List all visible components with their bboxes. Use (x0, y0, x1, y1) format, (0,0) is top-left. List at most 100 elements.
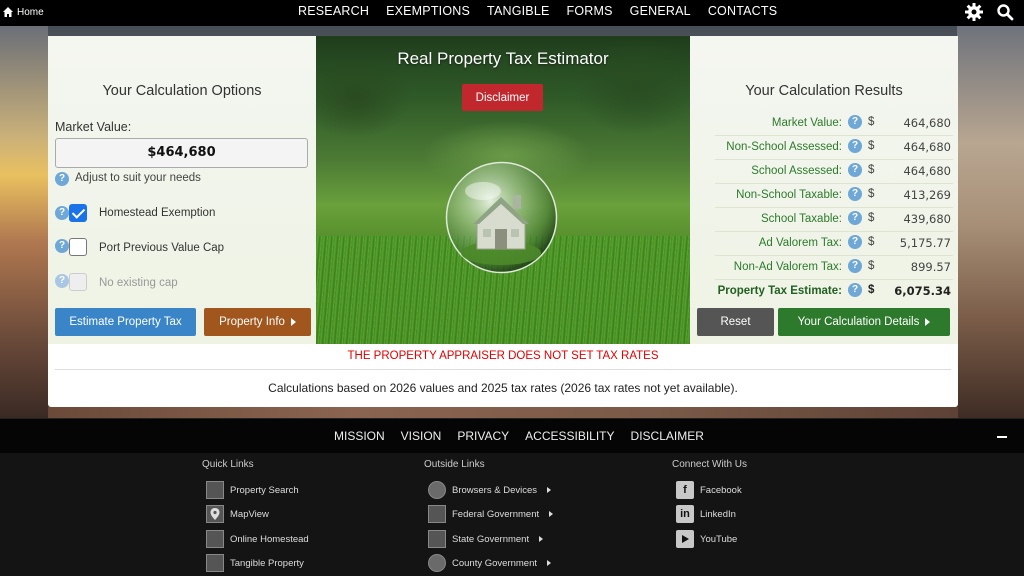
tax-rate-warning: THE PROPERTY APPRAISER DOES NOT SET TAX … (347, 350, 659, 362)
result-label: Non-School Taxable: (736, 189, 842, 201)
reset-button[interactable]: Reset (697, 308, 774, 336)
social-youtube[interactable]: YouTube (676, 530, 737, 548)
result-row-property-tax-estimate: Property Tax Estimate: ? $ 6,075.34 (715, 279, 953, 302)
background-sunset-left (0, 26, 48, 418)
result-row-non-ad-valorem-tax: Non-Ad Valorem Tax: ? $ 899.57 (715, 255, 953, 278)
reset-label: Reset (720, 316, 751, 328)
background-sunset-bottom (48, 407, 958, 418)
caret-right-icon (547, 487, 551, 493)
market-value-label: Market Value: (55, 120, 132, 134)
link-label: County Government (452, 557, 538, 569)
result-label: Ad Valorem Tax: (758, 237, 842, 249)
help-icon[interactable]: ? (848, 283, 862, 297)
options-title: Your Calculation Options (102, 83, 262, 99)
footer-mission[interactable]: MISSION (334, 429, 385, 443)
home-link[interactable]: Home (2, 6, 44, 18)
help-icon[interactable]: ? (848, 259, 862, 273)
nav-exemptions[interactable]: EXEMPTIONS (386, 4, 470, 18)
help-icon[interactable]: ? (55, 206, 69, 220)
help-icon[interactable]: ? (848, 187, 862, 201)
link-label: Facebook (700, 484, 742, 496)
market-value-input[interactable]: $464,680 (55, 138, 308, 168)
result-value: 6,075.34 (894, 284, 951, 298)
result-value: 899.57 (910, 260, 951, 274)
currency-symbol: $ (868, 260, 875, 272)
quick-link-property-search[interactable]: Property Search (206, 481, 299, 499)
disclaimer-button[interactable]: Disclaimer (462, 84, 543, 111)
result-label: Non-School Assessed: (726, 141, 842, 153)
calculation-details-button[interactable]: Your Calculation Details (778, 308, 950, 336)
gear-icon[interactable] (964, 2, 984, 22)
result-value: 5,175.77 (899, 236, 951, 250)
result-value: 413,269 (903, 188, 951, 202)
divider (55, 369, 951, 370)
details-label: Your Calculation Details (797, 316, 920, 328)
county-seal-icon (428, 554, 446, 572)
building-icon (206, 481, 224, 499)
result-row-school-assessed: School Assessed: ? $ 464,680 (715, 159, 953, 182)
nav-contacts[interactable]: CONTACTS (708, 4, 777, 18)
currency-symbol: $ (868, 284, 875, 296)
help-icon[interactable]: ? (848, 139, 862, 153)
quick-link-tangible-property[interactable]: Tangible Property (206, 554, 304, 572)
currency-symbol: $ (868, 140, 875, 152)
help-icon[interactable]: ? (55, 274, 69, 288)
property-info-label: Property Info (219, 316, 285, 328)
link-label: State Government (452, 533, 530, 545)
no-existing-cap-checkbox (69, 273, 87, 291)
result-value: 464,680 (903, 140, 951, 154)
estimate-property-tax-button[interactable]: Estimate Property Tax (55, 308, 196, 336)
help-icon[interactable]: ? (848, 235, 862, 249)
nav-general[interactable]: GENERAL (630, 4, 691, 18)
footer-accessibility[interactable]: ACCESSIBILITY (525, 429, 614, 443)
link-label: Online Homestead (230, 533, 309, 545)
help-icon[interactable]: ? (55, 172, 69, 186)
main-nav-links: RESEARCH EXEMPTIONS TANGIBLE FORMS GENER… (298, 4, 777, 18)
outside-link-county[interactable]: County Government (428, 554, 552, 572)
help-icon[interactable]: ? (55, 239, 69, 253)
currency-symbol: $ (868, 164, 875, 176)
social-linkedin[interactable]: in LinkedIn (676, 505, 736, 523)
result-value: 464,680 (903, 116, 951, 130)
nav-forms[interactable]: FORMS (567, 4, 613, 18)
homestead-exemption-checkbox[interactable] (69, 204, 87, 222)
outside-link-federal[interactable]: Federal Government (428, 505, 554, 523)
quick-link-mapview[interactable]: MapView (206, 505, 269, 523)
home-icon (3, 7, 13, 17)
nav-research[interactable]: RESEARCH (298, 4, 369, 18)
outside-link-state[interactable]: State Government (428, 530, 544, 548)
caret-right-icon (547, 560, 552, 566)
calculation-options-panel: Your Calculation Options Market Value: $… (48, 36, 316, 344)
caret-right-icon (290, 318, 296, 326)
property-info-button[interactable]: Property Info (204, 308, 311, 336)
quick-links-title: Quick Links (202, 459, 254, 470)
footer-disclaimer[interactable]: DISCLAIMER (631, 429, 704, 443)
help-icon[interactable]: ? (848, 115, 862, 129)
footer-body: Quick Links Property Search MapView Onli… (0, 453, 1024, 576)
footer-privacy[interactable]: PRIVACY (457, 429, 509, 443)
link-label: LinkedIn (700, 508, 736, 520)
nav-tangible[interactable]: TANGIBLE (487, 4, 550, 18)
help-icon[interactable]: ? (848, 211, 862, 225)
port-value-cap-checkbox[interactable] (69, 238, 87, 256)
result-label: School Assessed: (751, 165, 842, 177)
outside-link-browsers[interactable]: Browsers & Devices (428, 481, 551, 499)
port-value-cap-label: Port Previous Value Cap (99, 242, 225, 254)
result-label: Property Tax Estimate: (717, 285, 842, 297)
help-icon[interactable]: ? (848, 163, 862, 177)
search-icon[interactable] (996, 3, 1014, 21)
estimator-title: Real Property Tax Estimator (397, 49, 609, 68)
currency-symbol: $ (868, 188, 875, 200)
market-value-hint: Adjust to suit your needs (75, 172, 201, 184)
caret-right-icon (549, 511, 554, 517)
result-value: 464,680 (903, 164, 951, 178)
globe-icon (428, 481, 446, 499)
house-icon (206, 530, 224, 548)
link-label: Federal Government (452, 508, 540, 520)
estimate-button-label: Estimate Property Tax (69, 316, 182, 328)
caret-right-icon (925, 318, 931, 326)
quick-link-online-homestead[interactable]: Online Homestead (206, 530, 309, 548)
social-facebook[interactable]: f Facebook (676, 481, 742, 499)
footer-vision[interactable]: VISION (401, 429, 442, 443)
collapse-icon[interactable] (997, 436, 1007, 438)
